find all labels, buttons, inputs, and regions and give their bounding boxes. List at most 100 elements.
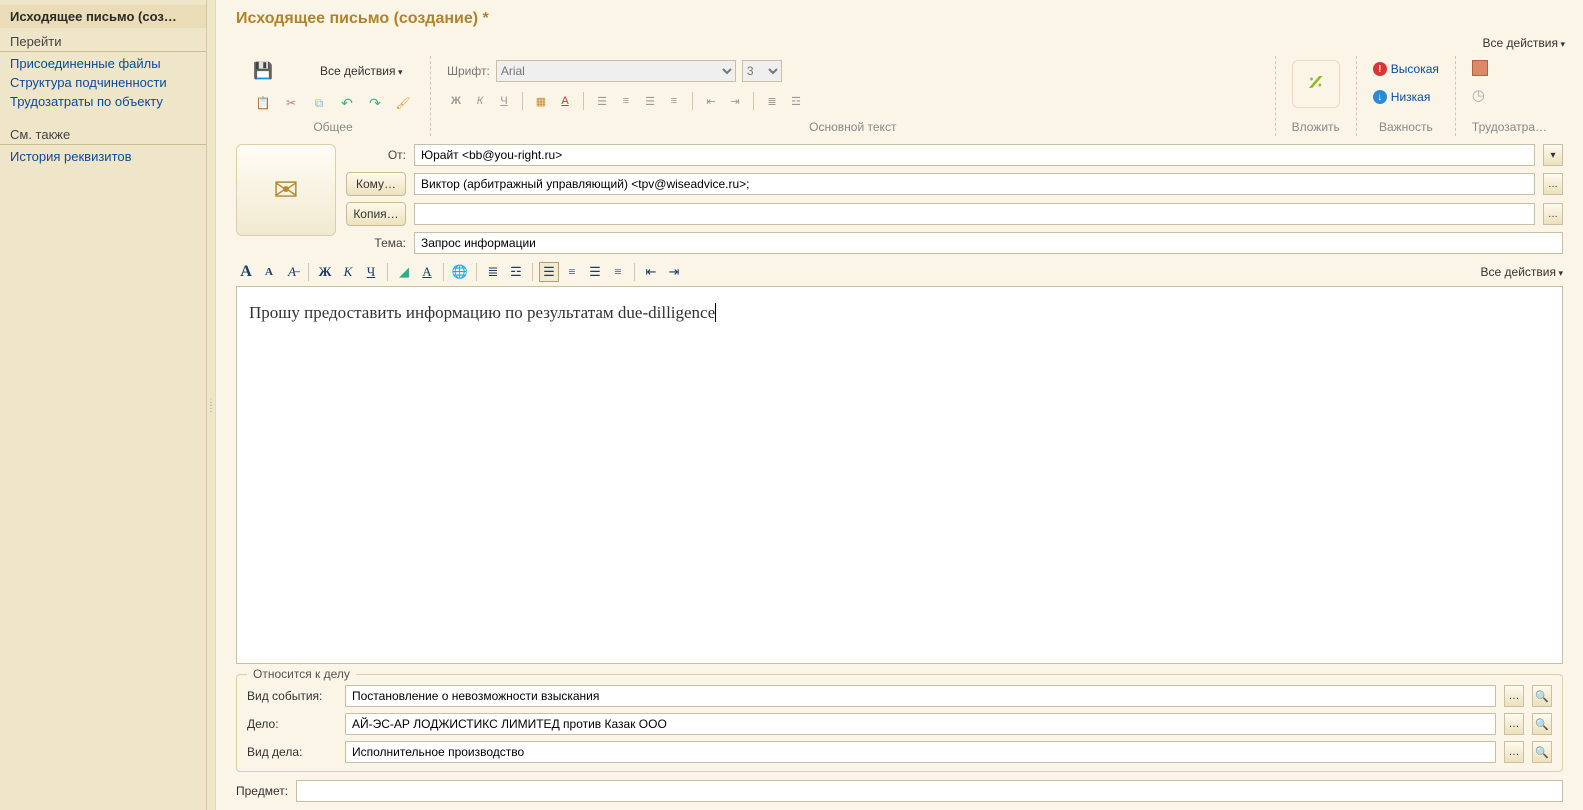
outdent2-icon[interactable]: ⇤ (641, 262, 661, 282)
bottom-subject-label: Предмет: (236, 784, 288, 798)
from-input[interactable] (414, 144, 1535, 166)
copy-icon[interactable]: ⧉ (308, 92, 330, 114)
case-label: Дело: (247, 717, 337, 731)
to-pick-button[interactable]: … (1543, 173, 1563, 195)
nav-header: Перейти (0, 28, 206, 52)
ribbon-group-effort: ◷ Трудозатра… (1456, 56, 1563, 136)
case-pick[interactable]: … (1504, 713, 1524, 735)
align-center2-icon[interactable]: ≡ (562, 262, 582, 282)
subject-input[interactable] (414, 232, 1563, 254)
font-size-select[interactable]: 3 (742, 60, 782, 82)
editor-text: Прошу предоставить информацию по результ… (249, 303, 715, 322)
sidebar-link-files[interactable]: Присоединенные файлы (0, 54, 206, 73)
cc-input[interactable] (414, 203, 1535, 225)
effort-clock-icon[interactable]: ◷ (1472, 86, 1485, 104)
event-type-label: Вид события: (247, 689, 337, 703)
align-right2-icon[interactable]: ☰ (585, 262, 605, 282)
align-left2-icon[interactable]: ☰ (539, 262, 559, 282)
priority-low[interactable]: ↓ Низкая (1373, 88, 1439, 106)
align-justify-icon[interactable]: ≡ (665, 92, 683, 110)
subject-label: Тема: (346, 236, 406, 250)
ol-icon[interactable]: ≣ (763, 92, 781, 110)
case-type-label: Вид дела: (247, 745, 337, 759)
redo-icon[interactable]: ↷ (364, 92, 386, 114)
underline2-icon[interactable]: Ч (361, 262, 381, 282)
indent-icon[interactable]: ⇥ (726, 92, 744, 110)
align-justify2-icon[interactable]: ≡ (608, 262, 628, 282)
sidebar-link-history[interactable]: История реквизитов (0, 147, 206, 166)
case-type-input[interactable] (345, 741, 1496, 763)
font-big-icon[interactable]: A (236, 262, 256, 282)
ribbon: 💾 Все действия 📋 ✂ ⧉ ↶ ↷ 🖌 Общее Шр (216, 56, 1583, 136)
all-actions-top[interactable]: Все действия (1483, 36, 1566, 50)
from-label: От: (346, 148, 406, 162)
general-all-actions[interactable]: Все действия (320, 64, 403, 78)
ribbon-group-text: Шрифт: Arial 3 Ж К Ч ▦ A ☰ (431, 56, 1276, 136)
priority-high-icon: ! (1373, 62, 1387, 76)
editor-toolbar: A A A̶ Ж К Ч ◢ A 🌐 ≣ ☲ ☰ ≡ ☰ ≡ ⇤ ⇥ Все д… (216, 258, 1583, 286)
priority-high[interactable]: ! Высокая (1373, 60, 1439, 78)
page-title: Исходящее письмо (создание) * (216, 0, 1583, 32)
ribbon-label-attach: Вложить (1292, 114, 1340, 134)
case-type-search[interactable]: 🔍 (1532, 741, 1552, 763)
to-button[interactable]: Кому… (346, 172, 406, 196)
save-button[interactable]: 💾 (252, 60, 274, 82)
font-label: Шрифт: (447, 64, 490, 78)
paste-icon[interactable]: 📋 (252, 92, 274, 114)
cut-icon[interactable]: ✂ (280, 92, 302, 114)
ul-icon[interactable]: ☲ (787, 92, 805, 110)
splitter-handle[interactable]: ⋮⋮ (207, 0, 216, 810)
italic-icon[interactable]: К (471, 92, 489, 110)
bottom-row: Предмет: (216, 776, 1583, 810)
ol2-icon[interactable]: ≣ (483, 262, 503, 282)
align-right-icon[interactable]: ☰ (641, 92, 659, 110)
editor-body[interactable]: Прошу предоставить информацию по результ… (236, 286, 1563, 664)
from-dropdown-button[interactable]: ▾ (1543, 144, 1563, 166)
ul2-icon[interactable]: ☲ (506, 262, 526, 282)
case-type-pick[interactable]: … (1504, 741, 1524, 763)
color-icon[interactable]: A (556, 92, 574, 110)
case-legend: Относится к делу (247, 667, 356, 681)
ribbon-group-attach: 𝄎 Вложить (1276, 56, 1357, 136)
see-also-header: См. также (0, 121, 206, 145)
indent2-icon[interactable]: ⇥ (664, 262, 684, 282)
bold-icon[interactable]: Ж (447, 92, 465, 110)
event-type-search[interactable]: 🔍 (1532, 685, 1552, 707)
sidebar-link-hierarchy[interactable]: Структура подчиненности (0, 73, 206, 92)
effort-square-icon[interactable] (1472, 60, 1488, 76)
editor-all-actions[interactable]: Все действия (1481, 265, 1564, 279)
cc-button[interactable]: Копия… (346, 202, 406, 226)
bgcolor-icon[interactable]: ▦ (532, 92, 550, 110)
sidebar-link-effort[interactable]: Трудозатраты по объекту (0, 92, 206, 111)
align-left-icon[interactable]: ☰ (593, 92, 611, 110)
case-search[interactable]: 🔍 (1532, 713, 1552, 735)
priority-low-icon: ↓ (1373, 90, 1387, 104)
undo-icon[interactable]: ↶ (336, 92, 358, 114)
bold2-icon[interactable]: Ж (315, 262, 335, 282)
event-type-input[interactable] (345, 685, 1496, 707)
event-type-pick[interactable]: … (1504, 685, 1524, 707)
color2-icon[interactable]: A (417, 262, 437, 282)
attach-button[interactable]: 𝄎 (1292, 60, 1340, 108)
envelope-icon: ✉ (236, 144, 336, 236)
link-icon[interactable]: 🌐 (450, 262, 470, 282)
underline-icon[interactable]: Ч (495, 92, 513, 110)
to-input[interactable] (414, 173, 1535, 195)
align-center-icon[interactable]: ≡ (617, 92, 635, 110)
ribbon-label-general: Общее (252, 114, 414, 134)
ribbon-group-priority: ! Высокая ↓ Низкая Важность (1357, 56, 1456, 136)
italic2-icon[interactable]: К (338, 262, 358, 282)
cc-pick-button[interactable]: … (1543, 203, 1563, 225)
case-input[interactable] (345, 713, 1496, 735)
bgcolor2-icon[interactable]: ◢ (394, 262, 414, 282)
font-small-icon[interactable]: A (259, 262, 279, 282)
bottom-subject-input[interactable] (296, 780, 1563, 802)
brush-icon[interactable]: 🖌 (392, 92, 414, 114)
font-select[interactable]: Arial (496, 60, 736, 82)
sidebar-title: Исходящее письмо (соз… (0, 5, 206, 28)
header-fields: ✉ От: ▾ Кому… … Копия… … Тема: (216, 136, 1583, 258)
outdent-icon[interactable]: ⇤ (702, 92, 720, 110)
ribbon-group-general: 💾 Все действия 📋 ✂ ⧉ ↶ ↷ 🖌 Общее (236, 56, 431, 136)
font-style-icon[interactable]: A̶ (282, 262, 302, 282)
case-fieldset: Относится к делу Вид события: … 🔍 Дело: … (236, 674, 1563, 772)
